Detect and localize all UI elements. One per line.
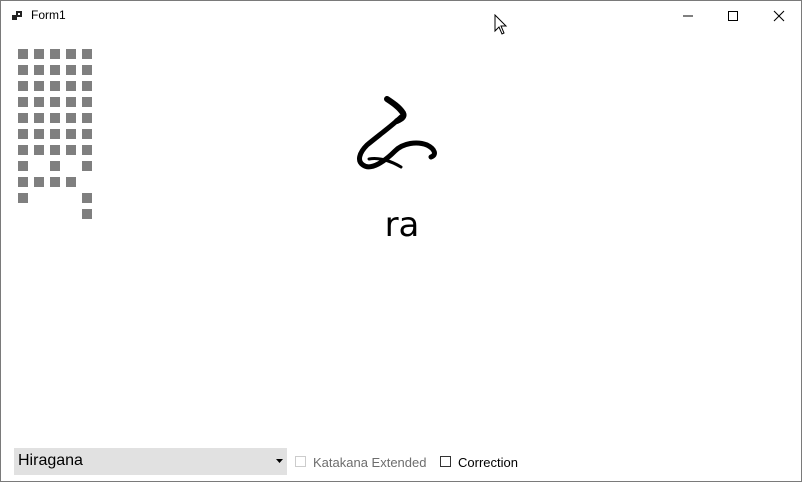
grid-cell [18,145,28,155]
correction-checkbox[interactable] [440,456,451,467]
grid-cell [50,97,60,107]
grid-cell [66,113,76,123]
grid-cell [18,65,28,75]
grid-cell [18,113,28,123]
grid-cell [34,129,44,139]
grid-cell [82,49,92,59]
minimize-button[interactable] [665,1,711,31]
romaji-label: ra [384,205,420,245]
app-icon [12,11,22,20]
grid-cell [18,177,28,187]
grid-cell [82,81,92,91]
katakana-extended-checkbox[interactable] [295,456,306,467]
grid-cell [66,65,76,75]
grid-cell [34,49,44,59]
grid-cell [66,97,76,107]
grid-cell [34,113,44,123]
minimize-icon [683,15,693,17]
close-button[interactable] [756,1,802,31]
grid-cell [82,145,92,155]
title-bar[interactable]: Form1 [1,1,801,31]
grid-cell [34,97,44,107]
grid-cell [50,161,60,171]
katakana-extended-label: Katakana Extended [313,455,427,470]
grid-cell [18,81,28,91]
grid-cell [82,193,92,203]
grid-cell [34,81,44,91]
grid-cell [66,81,76,91]
grid-cell [34,65,44,75]
script-select[interactable]: Hiragana [14,448,287,475]
script-select-value: Hiragana [18,452,83,469]
grid-cell [18,97,28,107]
grid-cell [82,129,92,139]
grid-cell [50,113,60,123]
grid-cell [34,145,44,155]
grid-cell [50,177,60,187]
grid-cell [66,49,76,59]
grid-cell [66,145,76,155]
grid-cell [50,145,60,155]
grid-cell [18,193,28,203]
grid-cell [50,129,60,139]
close-icon [773,10,785,22]
grid-cell [66,129,76,139]
mouse-cursor-icon [494,14,508,35]
grid-cell [18,49,28,59]
grid-cell [34,177,44,187]
correction-label: Correction [458,455,518,470]
grid-cell [82,97,92,107]
dropdown-arrow-icon [276,459,283,463]
main-window: Form1 ra Hiragana Katakana Extended Corr… [0,0,802,482]
grid-cell [82,113,92,123]
window-title: Form1 [31,8,66,22]
grid-cell [66,177,76,187]
hiragana-ra-glyph [357,96,437,170]
maximize-button[interactable] [710,1,756,31]
grid-cell [18,161,28,171]
grid-cell [50,65,60,75]
grid-cell [18,129,28,139]
maximize-icon [728,11,738,21]
grid-cell [82,161,92,171]
grid-cell [50,49,60,59]
grid-cell [82,65,92,75]
grid-cell [50,81,60,91]
grid-cell [82,209,92,219]
